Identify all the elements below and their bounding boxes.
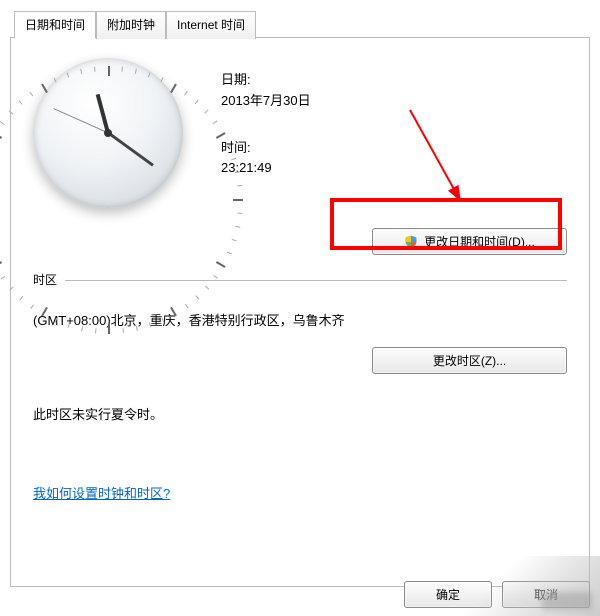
timezone-header: 时区 — [33, 271, 57, 288]
time-value: 23:21:49 — [221, 158, 311, 179]
tab-panel-datetime: 日期: 2013年7月30日 时间: 23:21:49 更改日期和时间(D)..… — [10, 37, 590, 587]
cancel-button[interactable]: 取消 — [502, 581, 590, 608]
time-label: 时间: — [221, 138, 311, 159]
datetime-text: 日期: 2013年7月30日 时间: 23:21:49 — [221, 58, 311, 218]
datetime-settings-window: 日期和时间 附加时钟 Internet 时间 日期: 2013年7月30日 时间… — [0, 0, 600, 616]
date-label: 日期: — [221, 70, 311, 91]
datetime-display-section: 日期: 2013年7月30日 时间: 23:21:49 — [33, 58, 567, 218]
analog-clock — [33, 58, 193, 218]
dialog-button-row: 确定 取消 — [404, 581, 590, 608]
tab-internet-time[interactable]: Internet 时间 — [166, 11, 256, 39]
tab-bar: 日期和时间 附加时钟 Internet 时间 — [0, 0, 600, 38]
date-value: 2013年7月30日 — [221, 91, 311, 112]
uac-shield-icon — [404, 235, 418, 249]
tab-additional-clocks[interactable]: 附加时钟 — [96, 11, 166, 39]
timezone-value: (GMT+08:00)北京，重庆，香港特别行政区，乌鲁木齐 — [33, 310, 567, 329]
divider-line — [65, 280, 567, 281]
change-timezone-button[interactable]: 更改时区(Z)... — [372, 347, 567, 374]
help-link[interactable]: 我如何设置时钟和时区? — [33, 486, 170, 501]
change-datetime-button[interactable]: 更改日期和时间(D)... — [372, 228, 567, 255]
timezone-section: 时区 (GMT+08:00)北京，重庆，香港特别行政区，乌鲁木齐 更改时区(Z)… — [33, 271, 567, 423]
change-timezone-button-label: 更改时区(Z)... — [433, 352, 506, 369]
tab-datetime[interactable]: 日期和时间 — [14, 11, 96, 39]
change-datetime-button-label: 更改日期和时间(D)... — [424, 233, 535, 250]
dst-notice: 此时区未实行夏令时。 — [33, 404, 567, 423]
ok-button[interactable]: 确定 — [404, 581, 492, 608]
clock-center-pin — [104, 129, 112, 137]
